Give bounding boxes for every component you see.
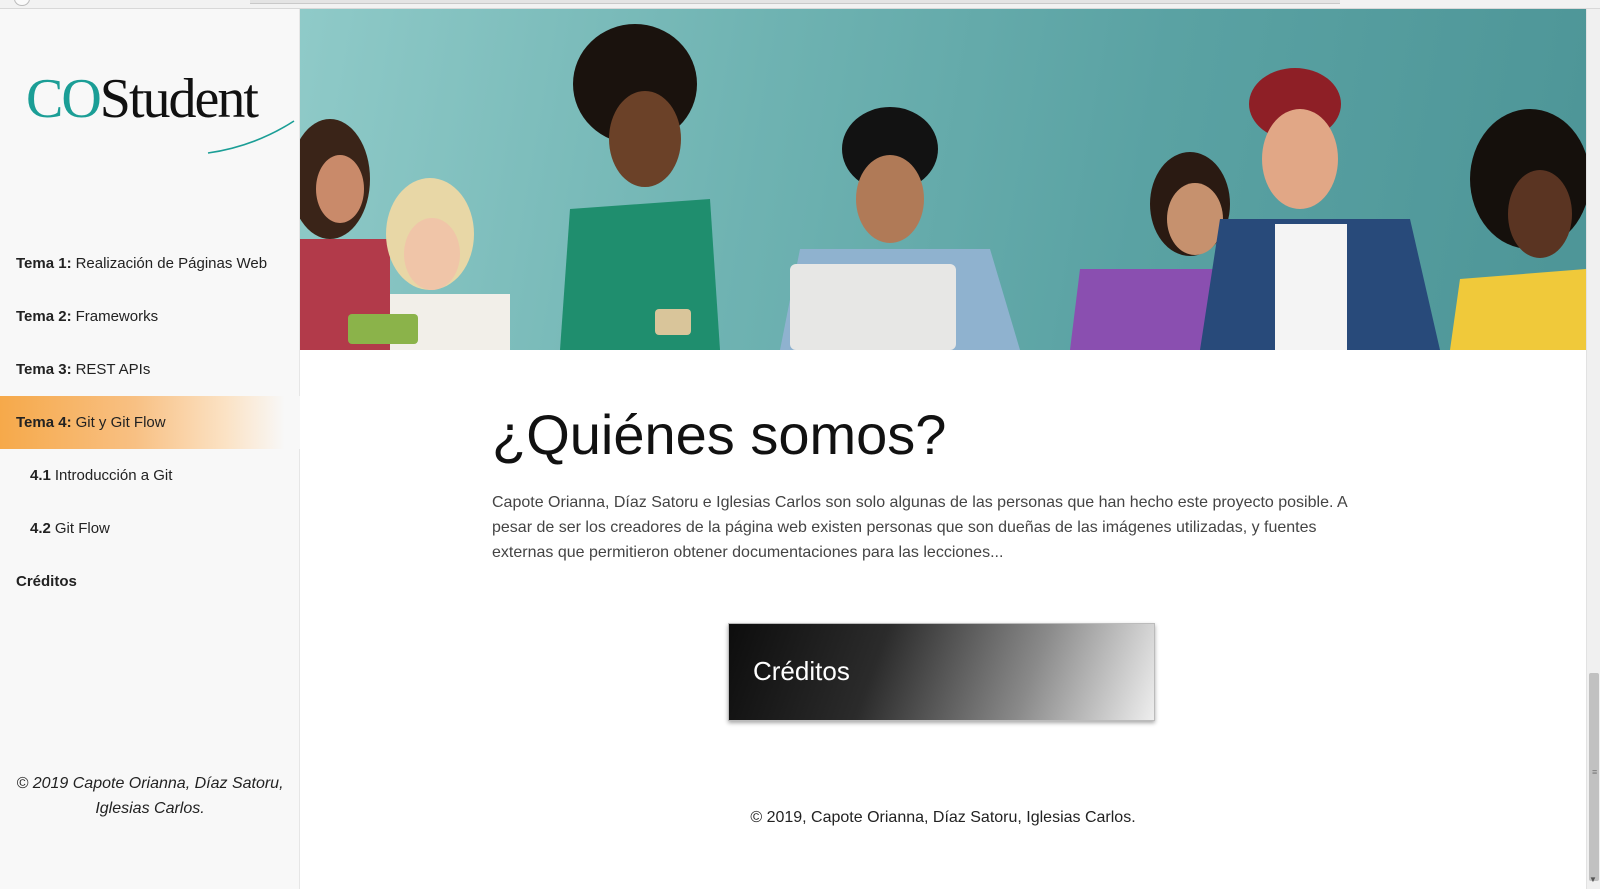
sidebar-item-label: Realización de Páginas Web (75, 255, 268, 272)
sidebar-item-number: 4.2 (30, 520, 51, 537)
sidebar-item-tema-1[interactable]: Tema 1: Realización de Páginas Web (0, 237, 300, 290)
sidebar-subitem-4-2[interactable]: 4.2 Git Flow (0, 502, 300, 555)
page-scrollbar[interactable]: ≡ ▼ (1586, 9, 1600, 889)
sidebar-item-label: Frameworks (75, 308, 159, 325)
sidebar-item-creditos[interactable]: Créditos (0, 555, 300, 608)
sidebar-item-label: Git y Git Flow (75, 414, 166, 431)
scrollbar-grip-icon: ≡ (1592, 767, 1598, 777)
sidebar-item-tema-2[interactable]: Tema 2: Frameworks (0, 290, 300, 343)
scroll-down-arrow-icon[interactable]: ▼ (1589, 875, 1597, 884)
sidebar-item-number: Créditos (16, 573, 77, 590)
sidebar: COStudent Tema 1: Realización de Páginas… (0, 9, 300, 889)
sidebar-subitem-4-1[interactable]: 4.1 Introducción a Git (0, 449, 300, 502)
sidebar-item-number: Tema 3: (16, 361, 72, 378)
sidebar-item-number: Tema 2: (16, 308, 72, 325)
logo-swoosh-icon (207, 120, 295, 154)
about-paragraph: Capote Orianna, Díaz Satoru e Iglesias C… (492, 494, 1347, 561)
main-copyright: © 2019, Capote Orianna, Díaz Satoru, Igl… (750, 809, 1136, 826)
logo-part-co: CO (26, 68, 102, 130)
sidebar-copyright-line-2: Iglesias Carlos. (95, 800, 205, 817)
page-title: ¿Quiénes somos? (492, 403, 947, 466)
sidebar-copyright-line-1: © 2019 Capote Orianna, Díaz Satoru, (16, 775, 284, 792)
scrollbar-thumb[interactable]: ≡ (1589, 673, 1599, 881)
credits-button-label: Créditos (753, 656, 850, 686)
sidebar-item-number: Tema 1: (16, 255, 72, 272)
main-content: ¿Quiénes somos? Capote Orianna, Díaz Sat… (300, 350, 1586, 889)
browser-top-strip (0, 0, 1600, 9)
sidebar-item-label: Introducción a Git (54, 467, 173, 484)
sidebar-nav: Tema 1: Realización de Páginas Web Tema … (0, 237, 300, 608)
sidebar-item-label: Git Flow (54, 520, 110, 537)
sidebar-item-number: Tema 4: (16, 414, 72, 431)
hero-banner-image (300, 9, 1586, 350)
sidebar-item-number: 4.1 (30, 467, 51, 484)
sidebar-item-tema-3[interactable]: Tema 3: REST APIs (0, 343, 300, 396)
sidebar-item-tema-4[interactable]: Tema 4: Git y Git Flow (0, 396, 300, 449)
hero-students-illustration (300, 24, 1586, 350)
costudent-logo[interactable]: COStudent (26, 68, 295, 161)
browser-address-bar[interactable] (250, 0, 1340, 4)
browser-reload-icon[interactable] (14, 0, 30, 6)
sidebar-copyright: © 2019 Capote Orianna, Díaz Satoru, Igle… (0, 771, 300, 821)
credits-button[interactable]: Créditos (728, 623, 1155, 721)
sidebar-item-label: REST APIs (75, 361, 151, 378)
